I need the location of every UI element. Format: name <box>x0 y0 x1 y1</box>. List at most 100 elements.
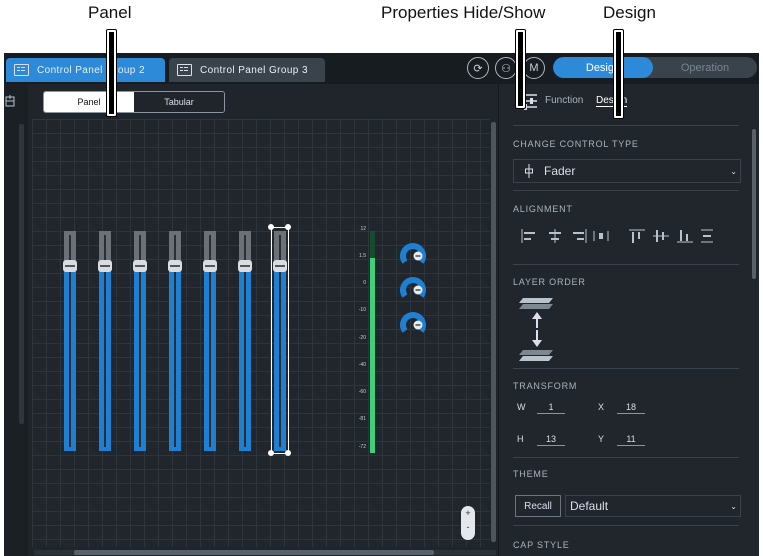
callout-panel: Panel <box>88 3 132 22</box>
bring-forward-icon[interactable] <box>517 294 557 330</box>
callout-properties-hide-show: Properties Hide/Show <box>381 3 546 22</box>
properties-toggle-button[interactable]: ⚇ <box>495 57 517 79</box>
layers-icon[interactable] <box>5 94 17 108</box>
resize-handle[interactable] <box>285 450 291 456</box>
fader-knob[interactable] <box>238 260 252 272</box>
tab-control-panel-group-3[interactable]: Control Panel Group 3 <box>169 58 325 82</box>
m-button[interactable]: M <box>523 57 545 79</box>
fader-knob[interactable] <box>98 260 112 272</box>
rotary-knob-icon[interactable] <box>400 311 426 337</box>
zoom-in-button[interactable]: + <box>461 506 475 520</box>
recall-button[interactable]: Recall <box>515 495 561 517</box>
m-button-label: M <box>529 62 539 74</box>
canvas-horizontal-scrollbar[interactable] <box>34 550 496 555</box>
fader[interactable] <box>63 231 77 451</box>
width-label: W <box>517 402 526 412</box>
zoom-out-button[interactable]: - <box>461 520 475 534</box>
divider <box>513 264 739 265</box>
fader-knob[interactable] <box>273 260 287 272</box>
properties-panel: Function Design CHANGE CONTROL TYPE Fade… <box>499 84 759 556</box>
level-meter[interactable] <box>370 231 375 453</box>
divider <box>513 125 739 126</box>
meter-tick: 0 <box>363 280 366 286</box>
control-type-select[interactable]: Fader ⌄ <box>513 159 741 183</box>
align-bottom-icon[interactable] <box>677 229 693 243</box>
fader[interactable] <box>168 231 182 451</box>
y-label: Y <box>598 434 605 444</box>
x-field[interactable]: 18 <box>617 402 645 414</box>
theme-select[interactable]: Default ⌄ <box>565 495 741 517</box>
meter-tick: -81 <box>358 416 366 422</box>
left-scroll-track[interactable] <box>19 124 24 424</box>
theme-heading: THEME <box>513 469 549 479</box>
rotary-knob-icon[interactable] <box>400 276 426 302</box>
height-field[interactable]: 13 <box>537 434 565 446</box>
align-center-icon[interactable] <box>547 229 563 243</box>
resize-handle[interactable] <box>268 450 274 456</box>
fader-type-icon <box>525 164 533 178</box>
fader-knob[interactable] <box>133 260 147 272</box>
width-field[interactable]: 1 <box>537 402 565 414</box>
alignment-buttons <box>521 229 721 247</box>
callout-pointer-design <box>614 30 623 118</box>
fader-selected[interactable] <box>273 231 287 451</box>
resize-handle[interactable] <box>285 224 291 230</box>
y-field[interactable]: 11 <box>617 434 645 446</box>
zoom-control: + - <box>461 506 475 540</box>
fader[interactable] <box>203 231 217 451</box>
align-middle-icon[interactable] <box>653 229 669 243</box>
transform-heading: TRANSFORM <box>513 381 578 391</box>
canvas-vertical-scrollbar[interactable] <box>491 122 496 542</box>
change-control-type-heading: CHANGE CONTROL TYPE <box>513 139 639 149</box>
callout-pointer-properties <box>516 30 525 108</box>
meter-tick: -10 <box>358 307 366 313</box>
meter-tick: 1.5 <box>359 253 366 259</box>
resize-handle[interactable] <box>268 224 274 230</box>
fader-knob[interactable] <box>63 260 77 272</box>
align-right-icon[interactable] <box>571 229 587 243</box>
view-toggle: Panel Tabular <box>43 91 225 113</box>
sync-button[interactable]: ⟳ <box>467 57 489 79</box>
selection-outline <box>288 227 289 453</box>
chevron-down-icon: ⌄ <box>730 166 737 176</box>
canvas-scroll-thumb[interactable] <box>74 550 434 555</box>
align-left-icon[interactable] <box>521 229 537 243</box>
fader[interactable] <box>98 231 112 451</box>
level-meter-fill <box>370 258 375 453</box>
callout-design: Design <box>603 3 656 22</box>
theme-value: Default <box>570 499 609 513</box>
send-backward-icon[interactable] <box>517 328 557 364</box>
meter-tick: -20 <box>358 335 366 341</box>
mode-operation-button[interactable]: Operation <box>653 57 757 78</box>
divider <box>513 190 739 191</box>
panel-view-button[interactable]: Panel <box>44 92 134 112</box>
design-grid[interactable]: 12 1.5 0 -10 -20 -40 -60 -81 -72 <box>32 119 490 547</box>
fader-knob[interactable] <box>168 260 182 272</box>
distribute-vertical-icon[interactable] <box>699 229 715 243</box>
fader[interactable] <box>238 231 252 451</box>
left-toolbar <box>4 84 28 556</box>
fader-knob[interactable] <box>203 260 217 272</box>
tab-label: Control Panel Group 2 <box>37 64 145 76</box>
divider <box>513 457 739 458</box>
meter-tick: -60 <box>358 389 366 395</box>
tabular-view-button[interactable]: Tabular <box>134 92 224 112</box>
align-top-icon[interactable] <box>629 229 645 243</box>
tab-function[interactable]: Function <box>545 95 583 106</box>
tab-control-panel-group-2[interactable]: Control Panel Group 2 <box>6 58 165 82</box>
distribute-horizontal-icon[interactable] <box>593 229 609 243</box>
cap-style-heading: CAP STYLE <box>513 540 570 550</box>
alignment-heading: ALIGNMENT <box>513 204 573 214</box>
properties-scrollbar[interactable] <box>752 129 756 279</box>
panel-tab-icon <box>14 64 29 76</box>
mode-design-button[interactable]: Design <box>553 57 653 78</box>
meter-tick: -72 <box>358 444 366 450</box>
chevron-down-icon: ⌄ <box>730 501 737 511</box>
control-type-value: Fader <box>544 164 576 178</box>
selection-outline <box>271 227 272 453</box>
meter-tick: -40 <box>358 362 366 368</box>
fader[interactable] <box>133 231 147 451</box>
divider <box>513 525 739 526</box>
rotary-knob-icon[interactable] <box>400 242 426 268</box>
tab-label: Control Panel Group 3 <box>200 64 308 76</box>
